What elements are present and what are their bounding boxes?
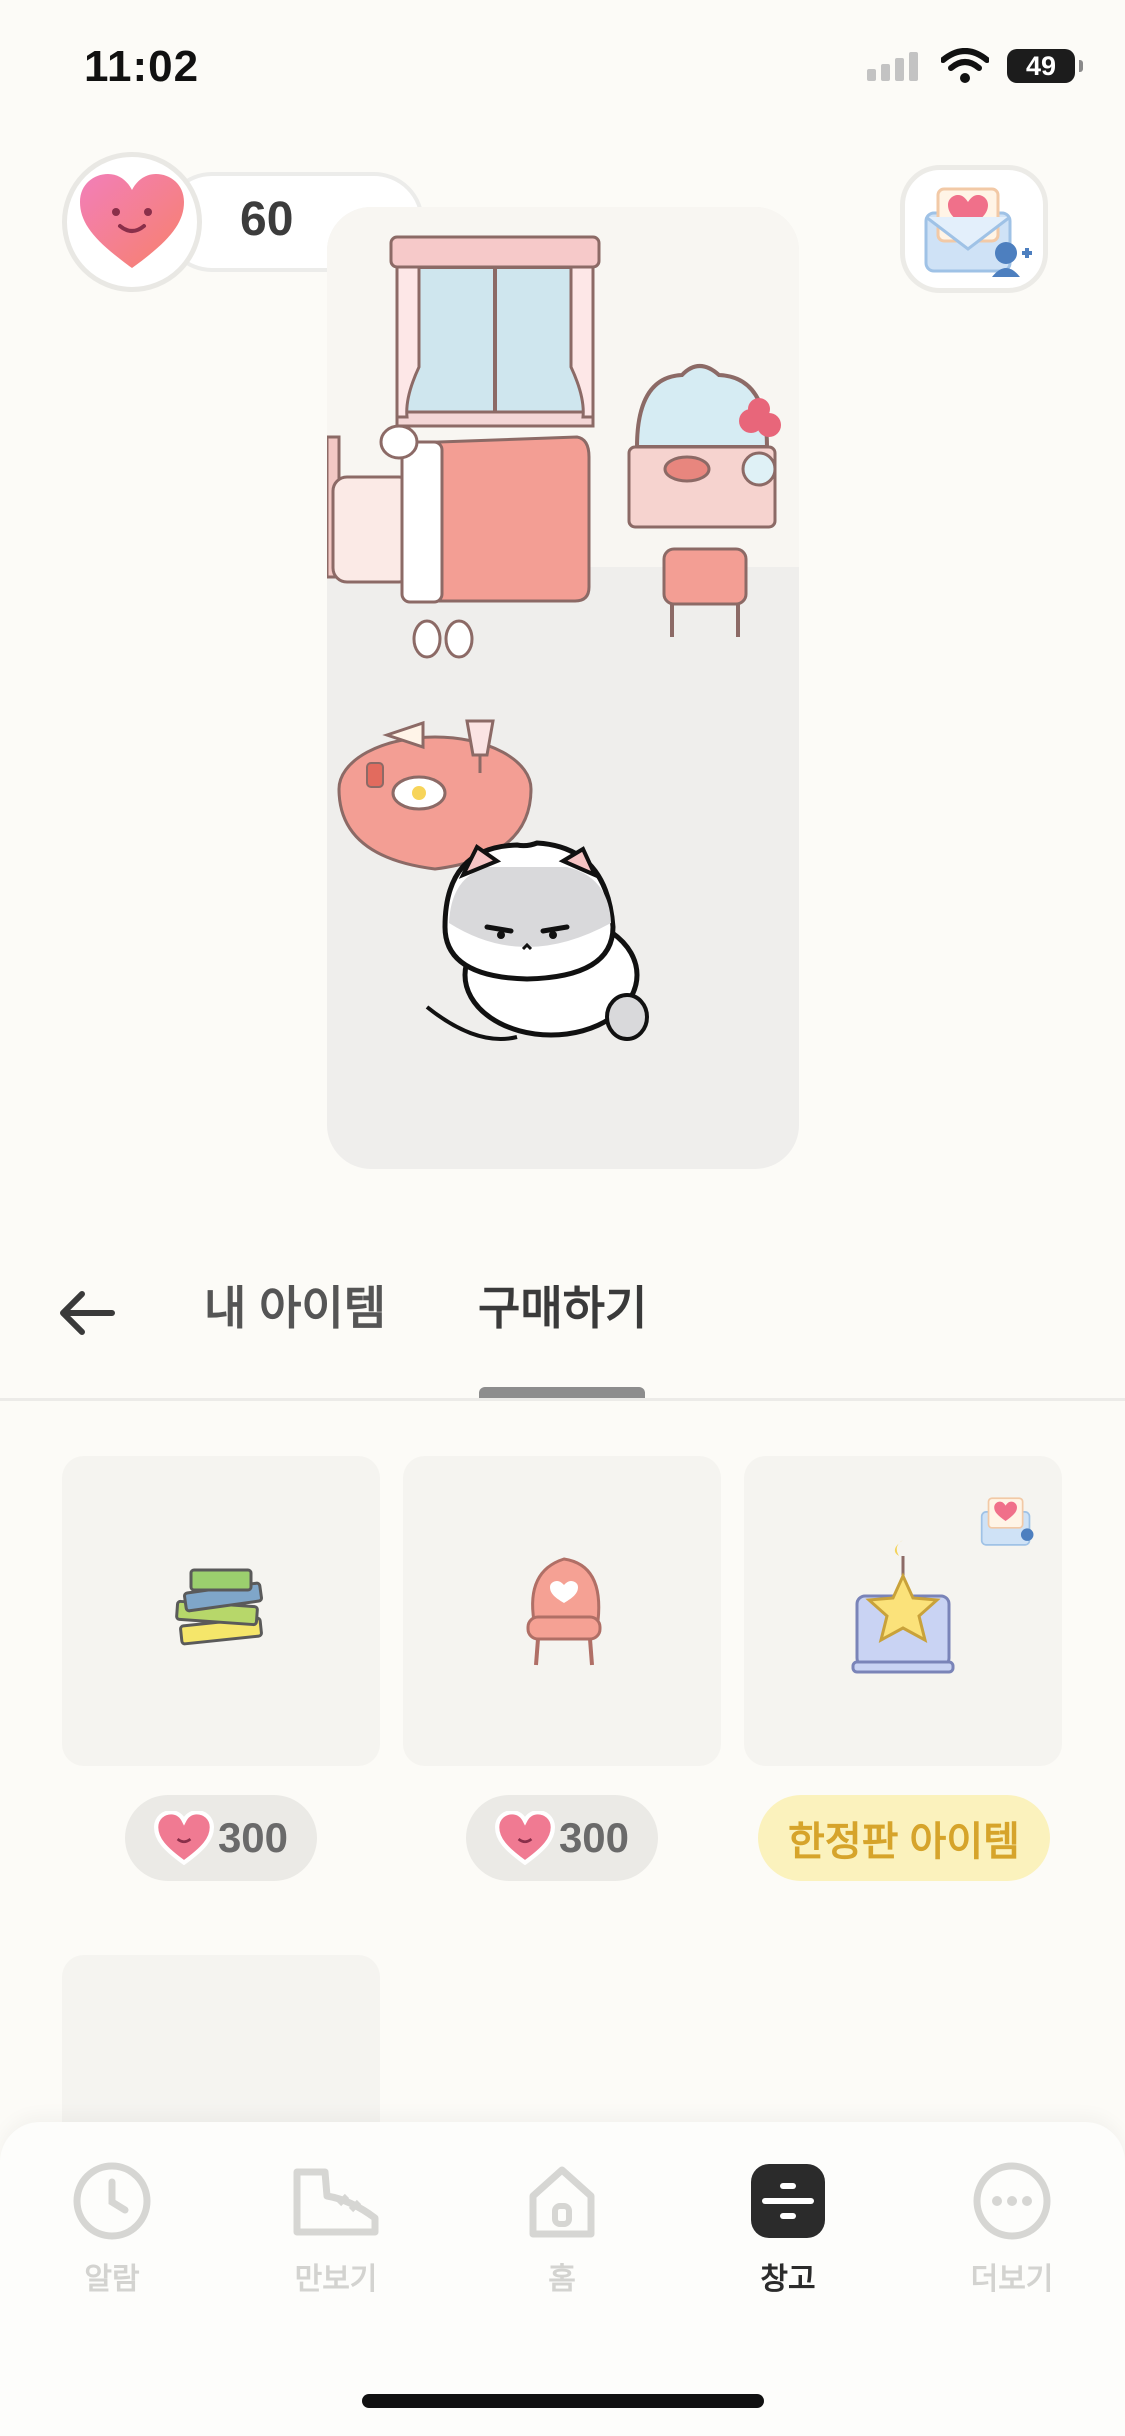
- nav-item-pedometer[interactable]: 만보기: [251, 2160, 421, 2298]
- item-price-chair[interactable]: 300: [466, 1795, 658, 1881]
- price-label: 300: [558, 1814, 630, 1861]
- heart-badge: [62, 152, 202, 292]
- invite-letter-icon: [980, 1497, 1034, 1546]
- item-price-books[interactable]: 300: [125, 1795, 317, 1881]
- clock-icon: [73, 2162, 151, 2240]
- nav-label: 만보기: [294, 2263, 378, 2296]
- battery-level: 49: [1025, 50, 1057, 81]
- heart-count: 60: [240, 193, 294, 246]
- tab-my-items[interactable]: 내 아이템: [204, 1272, 386, 1338]
- status-icons: 49: [867, 48, 1083, 84]
- star-bed-icon: [851, 1540, 955, 1674]
- invite-button[interactable]: [900, 165, 1048, 293]
- bottom-nav: 알람 만보기 홈 창고 더보기: [0, 2122, 1125, 2436]
- battery-icon: 49: [1007, 49, 1083, 83]
- heart-counter[interactable]: 60: [62, 152, 424, 292]
- storage-icon: [751, 2164, 825, 2238]
- nav-item-alarm[interactable]: 알람: [27, 2160, 197, 2298]
- price-label: 300: [217, 1814, 289, 1861]
- vanity-icon: [627, 364, 781, 637]
- bed-icon: [327, 424, 591, 604]
- house-icon: [529, 2166, 595, 2238]
- nav-label: 창고: [760, 2263, 816, 2296]
- tab-shop[interactable]: 구매하기: [478, 1272, 647, 1338]
- nav-item-home[interactable]: 홈: [477, 2160, 647, 2298]
- slippers-icon: [412, 619, 474, 659]
- nav-label: 더보기: [970, 2263, 1054, 2296]
- chair-icon: [526, 1557, 602, 1666]
- nav-item-storage[interactable]: 창고: [703, 2160, 873, 2298]
- smiling-heart-icon: [153, 1811, 214, 1865]
- limited-edition-label: 한정판 아이템: [788, 1820, 1020, 1864]
- status-time: 11:02: [84, 42, 200, 91]
- invite-letter-icon: [924, 187, 1032, 277]
- smiling-heart-icon: [494, 1811, 555, 1865]
- signal-icon: [867, 52, 918, 81]
- wifi-icon: [941, 48, 989, 83]
- sneaker-icon: [293, 2168, 379, 2236]
- tabs-divider: [0, 1398, 1125, 1401]
- room-scene[interactable]: [327, 207, 799, 1169]
- item-card-star-bed[interactable]: [744, 1456, 1062, 1766]
- back-button[interactable]: [58, 1285, 122, 1341]
- nav-item-more[interactable]: 더보기: [927, 2160, 1097, 2298]
- nav-label: 알람: [84, 2263, 140, 2296]
- room-illustration: [327, 235, 781, 1041]
- more-icon: [973, 2162, 1051, 2240]
- item-card-books[interactable]: [62, 1456, 380, 1766]
- nav-label: 홈: [548, 2263, 576, 2296]
- books-icon: [175, 1568, 263, 1646]
- item-card-chair[interactable]: [403, 1456, 721, 1766]
- cat-character-icon: [425, 840, 649, 1041]
- arrow-left-icon: [60, 1291, 115, 1335]
- limited-edition-badge[interactable]: 한정판 아이템: [758, 1795, 1050, 1881]
- window-icon: [389, 235, 601, 428]
- home-indicator[interactable]: [362, 2394, 764, 2408]
- smiling-heart-icon: [80, 174, 184, 268]
